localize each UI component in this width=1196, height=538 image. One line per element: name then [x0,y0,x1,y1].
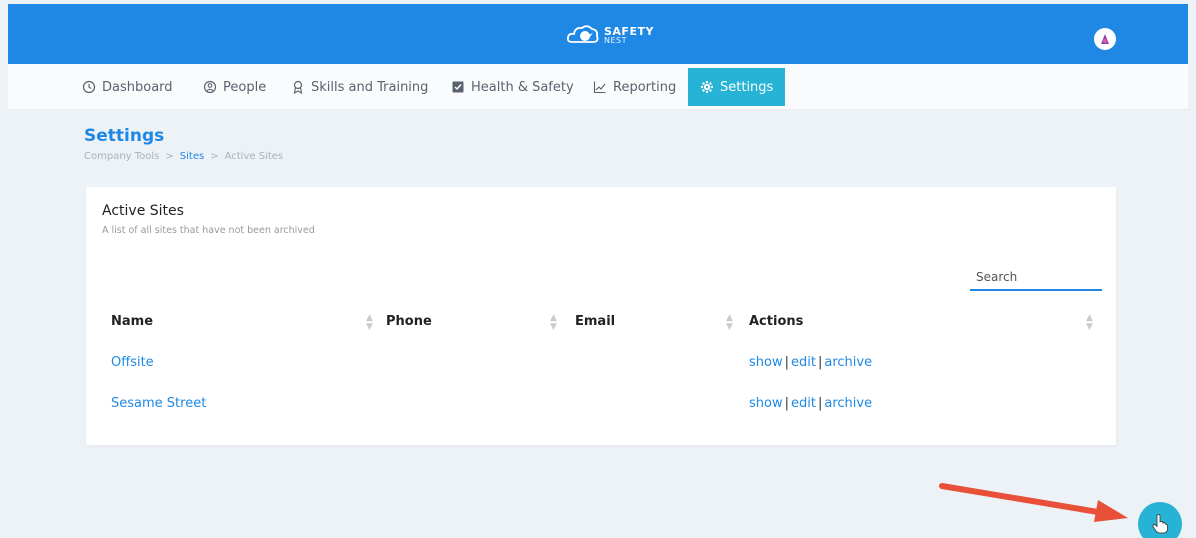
annotation-arrow-icon [939,483,1128,522]
nav-label-skills-and-training: Skills and Training [311,79,429,95]
breadcrumb-active-sites: Active Sites [224,151,284,162]
sort-icon[interactable]: ▲ ▼ [550,314,557,332]
nav-item-reporting[interactable]: Reporting [593,68,676,106]
avatar-icon [1101,34,1109,44]
nav-item-health-and-safety[interactable]: Health & Safety [451,68,574,106]
active-sites-card: Active Sites A list of all sites that ha… [86,187,1116,445]
safety-nest-logo[interactable]: SAFETY NEST [566,20,654,50]
card-subtitle: A list of all sites that have not been a… [102,225,315,236]
separator: | [784,355,789,370]
site-name-link[interactable]: Sesame Street [111,396,206,411]
logo-line2: NEST [604,35,628,45]
breadcrumb: Company Tools > Sites > Active Sites [84,151,283,162]
archive-link[interactable]: archive [824,355,872,370]
breadcrumb-separator: > [165,151,174,162]
nav-label-settings: Settings [720,79,774,95]
nav-label-health-and-safety: Health & Safety [471,79,574,95]
column-header-email[interactable]: Email [575,314,615,329]
sort-icon[interactable]: ▲ ▼ [366,314,373,332]
user-avatar[interactable] [1094,28,1116,50]
clock-icon [82,80,96,94]
award-icon [293,80,303,94]
help-button[interactable] [1138,502,1182,538]
show-link[interactable]: show [749,355,783,370]
nav-item-dashboard[interactable]: Dashboard [82,68,173,106]
chart-line-icon [593,81,606,94]
nav-item-settings[interactable]: Settings [688,68,786,106]
row-actions: show | edit | archive [749,355,872,370]
breadcrumb-sites[interactable]: Sites [180,151,204,162]
sort-icon[interactable]: ▲ ▼ [726,314,733,332]
breadcrumb-company-tools[interactable]: Company Tools [84,151,159,162]
column-header-phone[interactable]: Phone [386,314,432,329]
checklist-icon [452,81,464,93]
hand-pointer-icon [1152,514,1168,534]
page-title: Settings [84,126,165,146]
person-icon [203,80,217,94]
row-actions: show | edit | archive [749,396,872,411]
edit-link[interactable]: edit [791,355,816,370]
nav-label-people: People [223,79,267,95]
column-header-name[interactable]: Name [111,314,153,329]
sort-icon[interactable]: ▲ ▼ [1086,314,1093,332]
cloud-bird-icon [566,25,599,43]
column-header-actions: Actions [749,314,804,329]
search-input[interactable] [970,265,1102,291]
archive-link[interactable]: archive [824,396,872,411]
nav-label-reporting: Reporting [613,79,677,95]
card-title: Active Sites [102,203,184,219]
main-navigation: Dashboard People Skills and Training Hea… [8,64,1188,110]
logo-line1: SAFETY [604,24,654,38]
breadcrumb-separator: > [210,151,219,162]
site-name-link[interactable]: Offsite [111,355,154,370]
nav-item-people[interactable]: People [203,68,266,106]
show-link[interactable]: show [749,396,783,411]
separator: | [784,396,789,411]
nav-label-dashboard: Dashboard [102,79,173,95]
nav-item-skills-and-training[interactable]: Skills and Training [291,68,428,106]
edit-link[interactable]: edit [791,396,816,411]
top-bar: SAFETY NEST [8,4,1188,64]
gear-icon [701,81,713,93]
